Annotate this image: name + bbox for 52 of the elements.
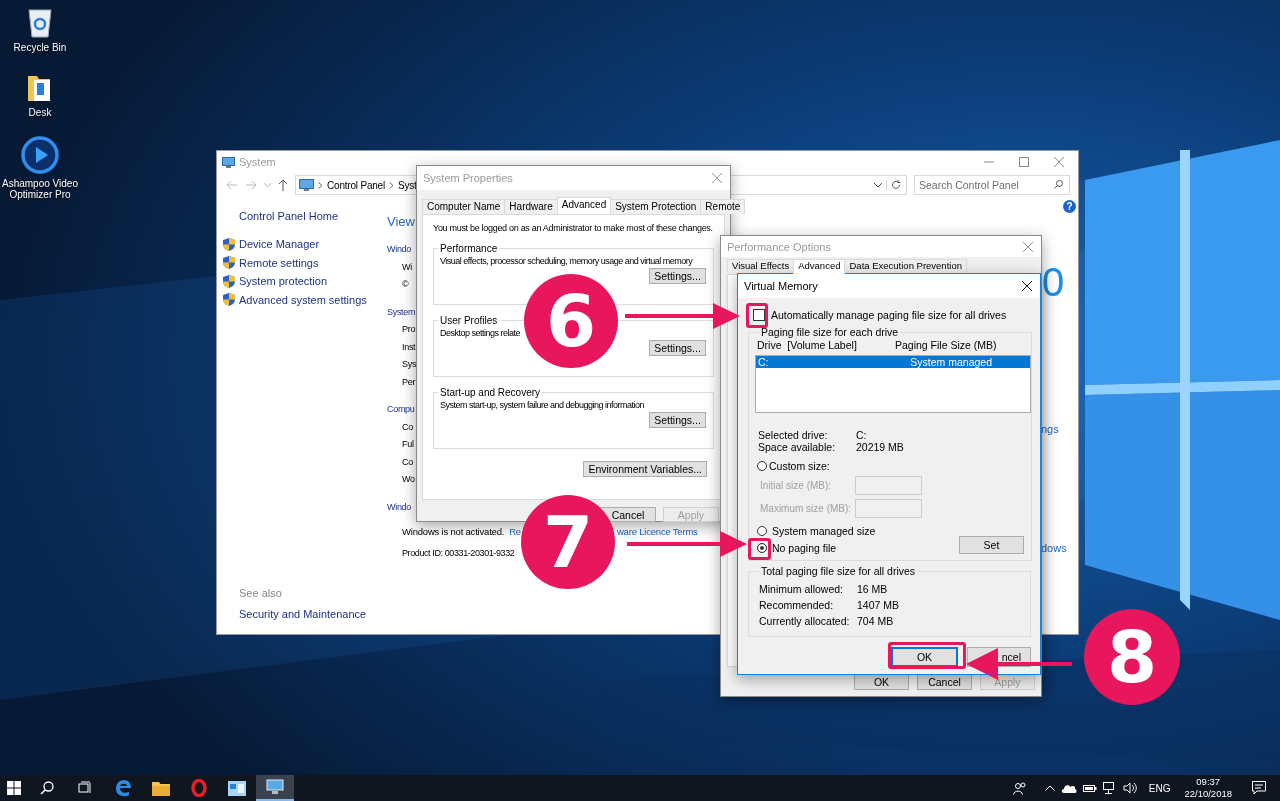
- section-heading: Windo: [387, 500, 411, 514]
- info-text: Sys: [401, 358, 417, 371]
- field-label: Initial size (MB):: [759, 480, 833, 491]
- window-title: System: [239, 156, 276, 168]
- info-text: ©: [401, 278, 409, 291]
- info-label: Minimum allowed:: [759, 582, 845, 597]
- field-label: Maximum size (MB):: [759, 503, 853, 514]
- info-text: Ful: [401, 438, 414, 451]
- paging-size: System managed: [910, 356, 993, 368]
- window-title: Virtual Memory: [744, 280, 818, 292]
- group-description: Desktop settings relate: [440, 327, 522, 340]
- activation-status: Windows is not activated.: [402, 525, 505, 539]
- column-header: Paging File Size (MB): [895, 338, 997, 352]
- section-heading: Compu: [387, 403, 415, 416]
- info-label: Selected drive:: [758, 429, 829, 441]
- info-text: Per: [401, 375, 416, 389]
- info-label: Space available:: [758, 441, 837, 453]
- notice-text: You must be logged on as an Administrator to make most of these changes.: [433, 222, 714, 235]
- info-text: Inst: [401, 340, 416, 354]
- group-title: Start-up and Recovery: [439, 387, 542, 398]
- info-value: C:: [856, 429, 868, 441]
- windows-logo-text: 0: [1042, 260, 1065, 304]
- radio-label: System managed size: [772, 524, 876, 537]
- checkbox-label: Automatically manage paging file size for all drives: [771, 309, 1007, 321]
- group-title: Performance: [439, 243, 499, 254]
- section-heading: Windo: [387, 243, 411, 256]
- radio-label: Custom size:: [769, 460, 830, 472]
- info-text: Pro: [401, 323, 416, 336]
- info-text: Wi: [401, 260, 412, 274]
- info-value: 1407 MB: [857, 598, 901, 613]
- page-heading: View: [387, 213, 415, 231]
- group-title: Paging file size for each drive: [760, 326, 900, 338]
- info-value: 20219 MB: [856, 441, 905, 453]
- info-value: 704 MB: [857, 614, 895, 629]
- column-header: Drive [Volume Label]: [757, 338, 858, 352]
- drive-letter: C:: [758, 356, 769, 368]
- info-value: 16 MB: [857, 582, 889, 597]
- group-title: Total paging file size for all drives: [760, 565, 917, 577]
- window-title: Performance Options: [727, 240, 831, 253]
- info-text: Wo: [401, 473, 415, 486]
- info-text: Co: [401, 420, 413, 434]
- info-label: Recommended:: [759, 598, 835, 613]
- group-title: User Profiles: [439, 315, 499, 326]
- group-description: Visual effects, processor scheduling, memory usage and virtual memory: [440, 255, 694, 268]
- section-heading: System: [387, 305, 416, 319]
- window-title: System Properties: [423, 172, 513, 184]
- radio-label: No paging file: [772, 541, 837, 554]
- info-text: Product ID: 00331-20301-9332: [401, 546, 515, 560]
- section-label: See also: [238, 587, 283, 599]
- info-text: Co: [401, 455, 413, 469]
- info-label: Currently allocated:: [759, 614, 851, 629]
- group-description: System start-up, system failure and debugging information: [440, 399, 646, 412]
